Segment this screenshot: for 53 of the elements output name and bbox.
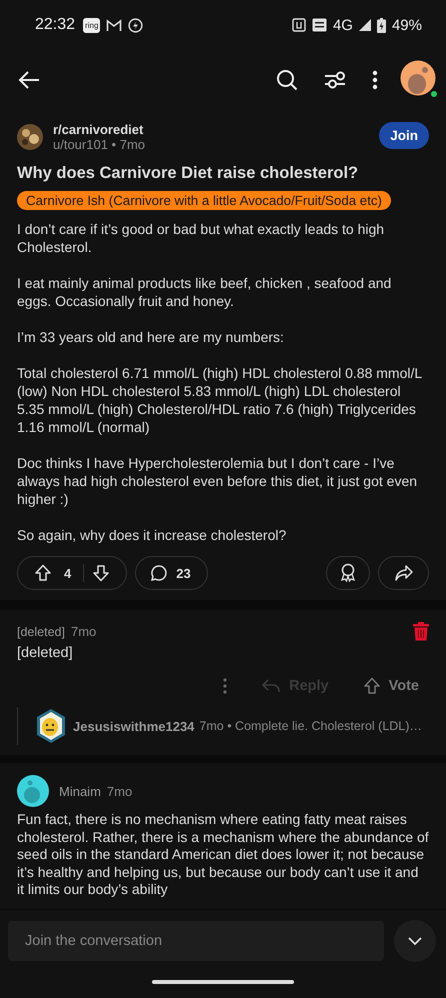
post-paragraph: Total cholesterol 6.71 mmol/L (high) HDL cholesterol 0.88 mmol/L (low) Non HDL cholesterol 5.83 mmol/L (high) LDL cholesterol 5.35 mmol/L (high) Cholesterol/HDL ratio 7.6 (high) Triglycerides 1.16 mmol/L (normal) xyxy=(17,364,423,436)
speech-bubble-icon xyxy=(150,564,168,582)
share-button[interactable] xyxy=(378,556,429,590)
profile-avatar-icon[interactable] xyxy=(400,60,438,100)
search-icon xyxy=(276,69,298,91)
clock: 22:32 xyxy=(35,16,76,34)
sliders-icon xyxy=(324,70,346,90)
comment-author: [deleted] xyxy=(17,624,65,638)
post-paragraph: I don’t care if it’s good or bad but what exactly leads to high Cholesterol. xyxy=(17,220,386,256)
mail-icon xyxy=(106,18,122,32)
post-paragraph: Doc thinks I have Hypercholesterolemia but I don’t care - I’ve always had high cholesterol even before this diet, it just got even higher :) xyxy=(17,454,418,508)
comment-author: Minaim xyxy=(59,784,101,798)
comment-text: [deleted] xyxy=(17,645,74,661)
comment-text: Fun fact, there is no mechanism where eating fatty meat raises cholesterol. Rather, there is a mechanism where the abundance of seed oils in the standard American diet does lower it; not because it’s healthy and helping us, but because our body can’t use it and it limits our body’s ability xyxy=(17,811,429,898)
share-icon xyxy=(394,564,414,582)
post-title: Why does Carnivore Diet raise cholesterol? xyxy=(17,164,360,183)
reply-author[interactable]: Jesusiswithme1234 xyxy=(73,718,194,734)
user-avatar-icon xyxy=(17,775,49,807)
post-byline: u/tour101 • 7mo xyxy=(53,137,146,152)
menu-dots-icon xyxy=(372,70,378,90)
battery-icon xyxy=(376,18,386,32)
post-paragraph: I’m 33 years old and here are my numbers: xyxy=(17,328,285,346)
community-icon xyxy=(17,124,43,150)
bolt-icon xyxy=(128,18,144,32)
back-arrow-icon xyxy=(18,70,40,90)
user-avatar-icon xyxy=(34,707,68,745)
more-icon[interactable] xyxy=(223,678,228,694)
nfc-icon xyxy=(292,18,306,32)
reply-arrow-icon xyxy=(261,678,282,694)
volte-icon xyxy=(312,18,327,32)
comments-button[interactable]: 23 xyxy=(135,556,208,590)
join-button[interactable]: Join xyxy=(379,122,429,149)
vote-score: 4 xyxy=(64,566,72,580)
vote-button[interactable]: Vote xyxy=(362,677,419,695)
comment-age: 7mo xyxy=(106,784,132,798)
post-paragraph: I eat mainly animal products like beef, chicken , seafood and eggs. Occasionally fruit and honey. xyxy=(17,274,392,310)
comment-age: 7mo xyxy=(70,624,96,639)
app-notification-icon: ring xyxy=(83,18,100,32)
award-button[interactable] xyxy=(326,556,370,590)
award-icon xyxy=(339,563,357,583)
subreddit-name[interactable]: r/carnivorediet xyxy=(53,122,370,137)
battery-level: 49% xyxy=(392,16,422,34)
network-type: 4G xyxy=(332,16,353,34)
reply-preview-text[interactable]: 7mo • Complete lie. Cholesterol (LDL)… xyxy=(199,719,422,733)
post-paragraph: So again, why does it increase cholesterol? xyxy=(17,526,288,544)
comment-input-field[interactable]: Join the conversation xyxy=(8,921,384,961)
down-arrow-icon xyxy=(92,564,110,582)
chevron-down-icon xyxy=(407,936,423,946)
flair-tag: Carnivore Ish (Carnivore with a little Avocado/Fruit/Soda etc) xyxy=(17,191,391,210)
up-arrow-icon xyxy=(362,677,381,695)
trash-icon xyxy=(413,622,429,641)
up-arrow-icon xyxy=(34,564,52,582)
signal-icon xyxy=(358,19,371,31)
